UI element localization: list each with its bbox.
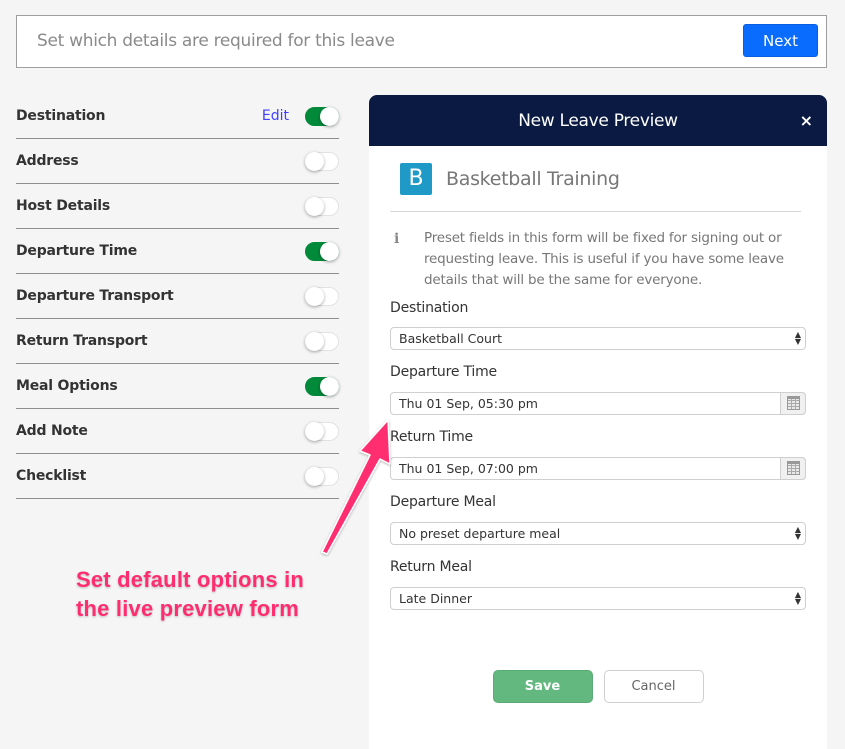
annotation-line-1: Set default options in [76,567,305,592]
return-calendar-button[interactable] [780,457,806,480]
leave-type-header: B Basketball Training [390,146,801,212]
detail-row-destination: Destination Edit [16,94,339,139]
preview-title: New Leave Preview [518,110,678,131]
departure-time-input[interactable]: Thu 01 Sep, 05:30 pm [390,392,806,415]
detail-row-departure-time: Departure Time [16,229,339,274]
return-time-value: Thu 01 Sep, 07:00 pm [399,461,538,476]
detail-label: Destination [16,108,106,124]
detail-label: Address [16,153,79,169]
close-icon[interactable]: × [800,111,813,130]
detail-label: Return Transport [16,333,148,349]
return-meal-field: Return Meal Late Dinner ▲ ▼ [390,559,806,610]
toggle-address[interactable] [305,151,339,171]
destination-value: Basketball Court [399,331,502,346]
departure-calendar-button[interactable] [780,392,806,415]
return-time-input[interactable]: Thu 01 Sep, 07:00 pm [390,457,806,480]
return-meal-select[interactable]: Late Dinner ▲ ▼ [390,587,806,610]
detail-row-host-details: Host Details [16,184,339,229]
destination-field: Destination Basketball Court ▲ ▼ [390,300,806,350]
info-text: Preset fields in this form will be fixed… [424,230,784,288]
departure-time-value: Thu 01 Sep, 05:30 pm [399,396,538,411]
select-arrows-icon: ▲ ▼ [794,590,801,606]
info-note: i Preset fields in this form will be fix… [390,228,806,291]
instruction-bar: Set which details are required for this … [16,15,827,68]
edit-destination-link[interactable]: Edit [262,108,289,124]
annotation-line-2: the live preview form [76,596,300,621]
preview-body: B Basketball Training i Preset fields in… [390,146,806,610]
toggle-knob [305,331,324,351]
info-icon: i [394,231,400,247]
detail-row-departure-transport: Departure Transport [16,274,339,319]
details-list: Destination Edit Address Host Details De… [16,94,339,499]
select-arrows-icon: ▲ ▼ [794,525,801,541]
detail-label: Checklist [16,468,87,484]
leave-type-name: Basketball Training [446,167,620,190]
departure-meal-value: No preset departure meal [399,526,561,541]
departure-time-label: Departure Time [390,364,497,380]
toggle-knob [305,196,324,216]
return-meal-label: Return Meal [390,559,472,575]
toggle-knob [320,241,339,261]
detail-row-meal-options: Meal Options [16,364,339,409]
toggle-knob [305,151,324,171]
toggle-host-details[interactable] [305,196,339,216]
select-arrows-icon: ▲ ▼ [794,330,801,346]
toggle-add-note[interactable] [305,421,339,441]
detail-label: Meal Options [16,378,118,394]
return-meal-value: Late Dinner [399,591,472,606]
toggle-knob [305,466,324,486]
detail-row-address: Address [16,139,339,184]
departure-meal-select[interactable]: No preset departure meal ▲ ▼ [390,522,806,545]
toggle-destination[interactable] [305,106,339,126]
next-button[interactable]: Next [743,24,818,57]
toggle-checklist[interactable] [305,466,339,486]
toggle-knob [320,106,339,126]
toggle-knob [305,286,324,306]
destination-label: Destination [390,300,469,316]
toggle-return-transport[interactable] [305,331,339,351]
toggle-meal-options[interactable] [305,376,339,396]
cancel-button[interactable]: Cancel [603,670,704,703]
toggle-departure-time[interactable] [305,241,339,261]
calendar-icon [786,460,800,475]
leave-preview-card: New Leave Preview × B Basketball Trainin… [369,95,827,749]
detail-label: Host Details [16,198,111,214]
detail-label: Add Note [16,423,88,439]
destination-select[interactable]: Basketball Court ▲ ▼ [390,327,806,350]
toggle-knob [305,421,324,441]
toggle-departure-transport[interactable] [305,286,339,306]
leave-type-badge: B [400,162,432,195]
departure-meal-label: Departure Meal [390,494,496,510]
annotation-callout: Set default options in the live preview … [76,565,304,623]
detail-row-return-transport: Return Transport [16,319,339,364]
departure-time-field: Departure Time Thu 01 Sep, 05:30 pm [390,364,806,415]
preview-header: New Leave Preview × [369,95,827,146]
return-time-field: Return Time Thu 01 Sep, 07:00 pm [390,429,806,480]
detail-label: Departure Transport [16,288,174,304]
save-button[interactable]: Save [492,670,593,703]
calendar-icon [786,395,800,410]
departure-meal-field: Departure Meal No preset departure meal … [390,494,806,545]
detail-label: Departure Time [16,243,138,259]
return-time-label: Return Time [390,429,473,445]
detail-row-checklist: Checklist [16,454,339,499]
preview-actions: Save Cancel [369,670,827,703]
instruction-text: Set which details are required for this … [37,31,395,51]
toggle-knob [320,376,339,396]
detail-row-add-note: Add Note [16,409,339,454]
